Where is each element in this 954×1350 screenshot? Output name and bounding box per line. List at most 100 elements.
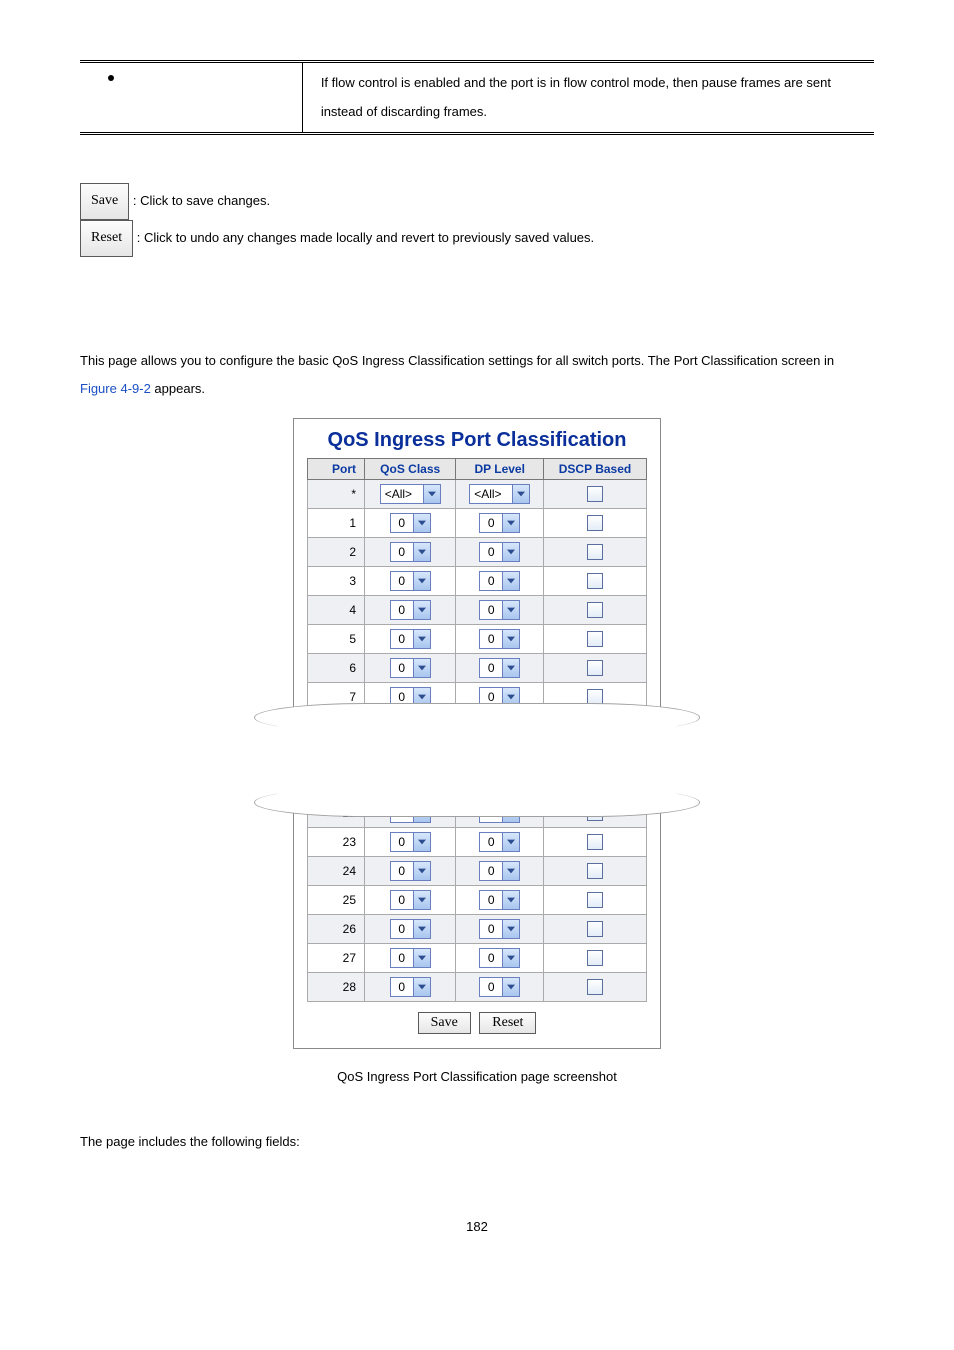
chevron-down-icon — [413, 630, 430, 648]
intro-text-1: This page allows you to configure the ba… — [80, 353, 834, 368]
table-row: 6 0 0 — [308, 653, 647, 682]
table-row: 2 0 0 — [308, 537, 647, 566]
page-tear — [254, 713, 700, 807]
port-cell: 4 — [308, 595, 365, 624]
panel-caption: QoS Ingress Port Classification page scr… — [80, 1069, 874, 1084]
qos-select[interactable]: 0 — [390, 832, 431, 852]
port-cell: 2 — [308, 537, 365, 566]
panel-title: QoS Ingress Port Classification — [294, 419, 660, 458]
dscp-checkbox-all[interactable] — [587, 486, 603, 502]
table-row: 2500 — [308, 885, 647, 914]
dp-select[interactable]: 0 — [479, 542, 520, 562]
dscp-checkbox[interactable] — [587, 660, 603, 676]
chevron-down-icon — [413, 572, 430, 590]
qos-select[interactable]: 0 — [390, 948, 431, 968]
reset-desc: : Click to undo any changes made locally… — [137, 230, 594, 245]
table-row: 27 0 0 — [308, 943, 647, 972]
chevron-down-icon — [512, 485, 529, 503]
chevron-down-icon — [502, 659, 519, 677]
chevron-down-icon — [502, 833, 519, 851]
dp-select[interactable]: 0 — [479, 629, 520, 649]
qos-select[interactable]: 0 — [390, 600, 431, 620]
dscp-checkbox[interactable] — [587, 573, 603, 589]
dscp-checkbox[interactable] — [587, 515, 603, 531]
dp-select-value: 0 — [480, 949, 502, 967]
qos-select[interactable]: 0 — [390, 861, 431, 881]
qos-select-value: 0 — [391, 920, 413, 938]
port-all: * — [308, 479, 365, 508]
dp-select[interactable]: 0 — [479, 890, 520, 910]
qos-select[interactable]: 0 — [390, 571, 431, 591]
chevron-down-icon — [413, 659, 430, 677]
dscp-checkbox[interactable] — [587, 921, 603, 937]
chevron-down-icon — [413, 978, 430, 996]
dp-select-all[interactable]: <All> — [469, 484, 530, 504]
qos-select-value: 0 — [391, 891, 413, 909]
chevron-down-icon — [413, 601, 430, 619]
port-cell: 3 — [308, 566, 365, 595]
table-row: 2400 — [308, 856, 647, 885]
qos-select[interactable]: 0 — [390, 977, 431, 997]
qos-select-value: 0 — [391, 659, 413, 677]
dp-select[interactable]: 0 — [479, 948, 520, 968]
qos-panel: QoS Ingress Port Classification Port QoS… — [293, 418, 661, 1049]
qos-select-all[interactable]: <All> — [380, 484, 441, 504]
dp-select-value: 0 — [480, 514, 502, 532]
qos-select[interactable]: 0 — [390, 629, 431, 649]
qos-select[interactable]: 0 — [390, 658, 431, 678]
button-descriptions: Save : Click to save changes. Reset : Cl… — [80, 183, 874, 257]
save-button-image: Save — [80, 183, 129, 220]
qos-select[interactable]: 0 — [390, 513, 431, 533]
qos-select-value: 0 — [391, 978, 413, 996]
qos-select[interactable]: 0 — [390, 542, 431, 562]
dp-select[interactable]: 0 — [479, 977, 520, 997]
table-row: 2300 — [308, 827, 647, 856]
chevron-down-icon — [502, 543, 519, 561]
dp-select[interactable]: 0 — [479, 571, 520, 591]
qos-select[interactable]: 0 — [390, 919, 431, 939]
port-cell: 28 — [308, 972, 365, 1001]
dscp-checkbox[interactable] — [587, 892, 603, 908]
dp-select[interactable]: 0 — [479, 832, 520, 852]
reset-button-image: Reset — [80, 220, 133, 257]
chevron-down-icon — [502, 891, 519, 909]
dp-select-value: 0 — [480, 572, 502, 590]
dp-select-value: 0 — [480, 862, 502, 880]
chevron-down-icon — [413, 514, 430, 532]
dp-select[interactable]: 0 — [479, 658, 520, 678]
dp-select[interactable]: 0 — [479, 861, 520, 881]
chevron-down-icon — [413, 543, 430, 561]
chevron-down-icon — [502, 978, 519, 996]
dp-select-all-value: <All> — [470, 485, 512, 503]
dscp-checkbox[interactable] — [587, 631, 603, 647]
section-intro: This page allows you to configure the ba… — [80, 347, 874, 404]
dscp-checkbox[interactable] — [587, 979, 603, 995]
figure-link[interactable]: Figure 4-9-2 — [80, 381, 151, 396]
dscp-checkbox[interactable] — [587, 834, 603, 850]
table-row: 500 — [308, 624, 647, 653]
port-cell: 27 — [308, 943, 365, 972]
panel-reset-button[interactable]: Reset — [479, 1012, 536, 1034]
chevron-down-icon — [413, 833, 430, 851]
panel-save-button[interactable]: Save — [418, 1012, 471, 1034]
dp-select-value: 0 — [480, 630, 502, 648]
qos-select[interactable]: 0 — [390, 890, 431, 910]
dp-select-value: 0 — [480, 601, 502, 619]
dp-select-value: 0 — [480, 891, 502, 909]
qos-select-value: 0 — [391, 862, 413, 880]
dscp-checkbox[interactable] — [587, 950, 603, 966]
dscp-checkbox[interactable] — [587, 544, 603, 560]
port-cell: 1 — [308, 508, 365, 537]
dscp-checkbox[interactable] — [587, 602, 603, 618]
dp-select-value: 0 — [480, 659, 502, 677]
qos-select-all-value: <All> — [381, 485, 423, 503]
header-qos: QoS Class — [365, 458, 456, 479]
intro-text-2: appears. — [151, 381, 205, 396]
qos-select-value: 0 — [391, 514, 413, 532]
dp-select[interactable]: 0 — [479, 919, 520, 939]
port-cell: 6 — [308, 653, 365, 682]
dp-select[interactable]: 0 — [479, 513, 520, 533]
chevron-down-icon — [502, 630, 519, 648]
dscp-checkbox[interactable] — [587, 863, 603, 879]
dp-select[interactable]: 0 — [479, 600, 520, 620]
